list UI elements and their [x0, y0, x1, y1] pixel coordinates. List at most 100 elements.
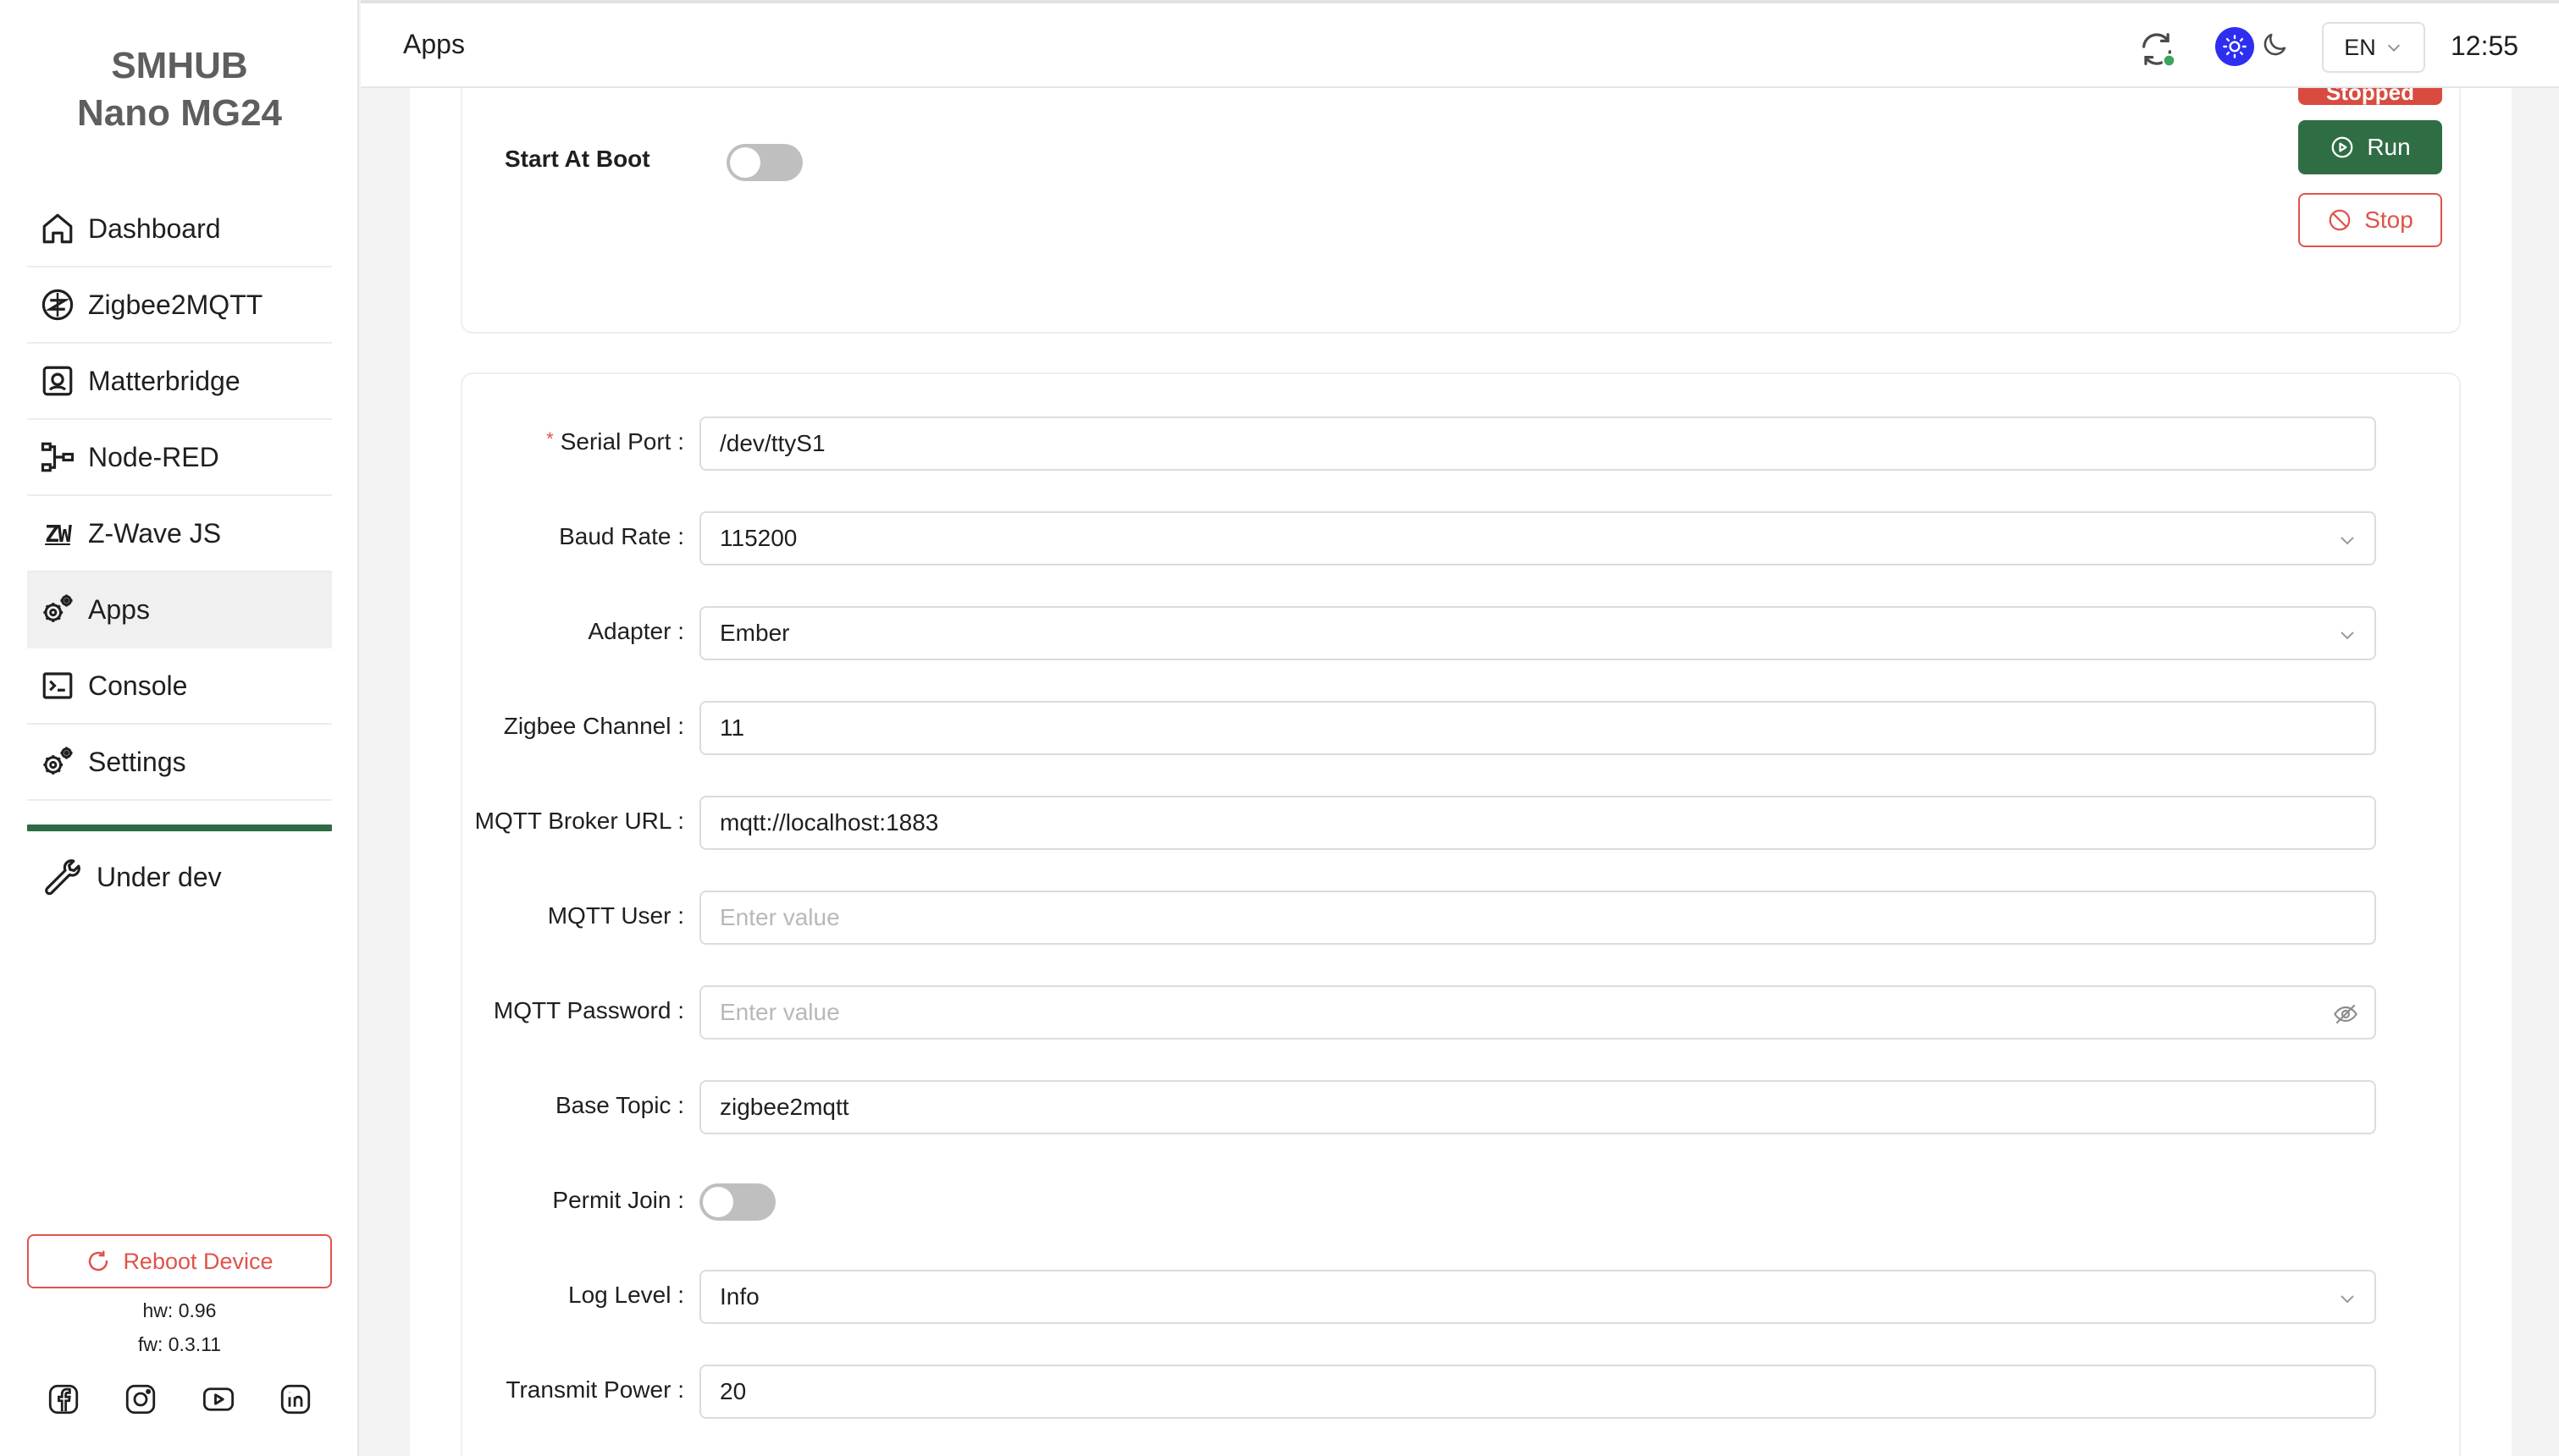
log-level-row: Log Level : Info [462, 1270, 2462, 1324]
adapter-value: Ember [720, 620, 790, 646]
transmit-power-input[interactable]: 20 [699, 1365, 2376, 1419]
base-topic-input[interactable]: zigbee2mqtt [699, 1080, 2376, 1134]
sidebar-item-label: Matterbridge [88, 365, 240, 396]
app-control-card: Stopped Start At Boot Run Stop [461, 88, 2461, 334]
reboot-device-button[interactable]: Reboot Device [27, 1234, 332, 1288]
hardware-version: hw: 0.96 [142, 1299, 217, 1321]
chevron-down-icon [2341, 1295, 2354, 1304]
sidebar-item-dashboard[interactable]: Dashboard [27, 191, 332, 267]
permit-join-label: Permit Join : [552, 1187, 684, 1213]
serial-port-label: * Serial Port : [546, 428, 684, 455]
base-topic-row: Base Topic : zigbee2mqtt [462, 1080, 2462, 1134]
brand-name: SMHUB [111, 45, 248, 86]
sidebar-item-settings[interactable]: Settings [27, 725, 332, 801]
sidebar-item-label: Dashboard [88, 212, 221, 244]
page-title: Apps [403, 29, 465, 59]
sync-status-icon[interactable] [2137, 29, 2180, 71]
transmit-power-row: Transmit Power : 20 [462, 1365, 2462, 1419]
moon-icon[interactable] [2254, 30, 2290, 64]
run-label: Run [2367, 134, 2411, 160]
gears-icon [39, 743, 76, 780]
adapter-row: Adapter : Ember [462, 606, 2462, 660]
baud-rate-value: 115200 [720, 525, 798, 551]
baud-rate-row: Baud Rate : 115200 [462, 511, 2462, 565]
mqtt-password-label: MQTT Password : [493, 997, 684, 1023]
sidebar: SMHUB Nano MG24 Dashboard Zigbee2MQTT Ma… [0, 0, 359, 1456]
mqtt-password-input[interactable]: Enter value [699, 985, 2376, 1040]
wrench-icon [39, 856, 81, 898]
chevron-down-icon [2341, 631, 2354, 640]
mqtt-user-input[interactable]: Enter value [699, 891, 2376, 945]
youtube-icon[interactable] [199, 1380, 238, 1419]
linkedin-icon[interactable] [276, 1380, 315, 1419]
stop-circle-icon [2329, 209, 2351, 231]
log-level-value: Info [720, 1283, 760, 1310]
mqtt-password-placeholder: Enter value [720, 999, 840, 1025]
sidebar-item-label: Apps [88, 593, 150, 625]
serial-port-input[interactable]: /dev/ttyS1 [699, 416, 2376, 471]
sidebar-item-apps[interactable]: Apps [27, 572, 332, 648]
theme-toggle[interactable] [2215, 25, 2300, 68]
log-level-label: Log Level : [568, 1282, 684, 1308]
matter-icon [39, 362, 76, 400]
zigbee-icon [39, 286, 76, 323]
adapter-label: Adapter : [588, 618, 684, 644]
transmit-power-label: Transmit Power : [506, 1376, 684, 1403]
mqtt-user-row: MQTT User : Enter value [462, 891, 2462, 945]
sidebar-item-zigbee2mqtt[interactable]: Zigbee2MQTT [27, 267, 332, 344]
reboot-device-label: Reboot Device [123, 1248, 274, 1274]
gears-icon [39, 591, 76, 628]
instagram-icon[interactable] [121, 1380, 160, 1419]
mqtt-broker-url-row: MQTT Broker URL : mqtt://localhost:1883 [462, 796, 2462, 850]
chevron-down-icon [2387, 44, 2400, 52]
stop-button[interactable]: Stop [2298, 193, 2442, 247]
mqtt-broker-url-label: MQTT Broker URL : [474, 808, 684, 834]
mqtt-broker-url-input[interactable]: mqtt://localhost:1883 [699, 796, 2376, 850]
start-at-boot-label: Start At Boot [505, 146, 650, 172]
main-content: Stopped Start At Boot Run Stop * Serial P… [410, 88, 2512, 1456]
run-button[interactable]: Run [2298, 120, 2442, 174]
language-select[interactable]: EN [2322, 22, 2425, 73]
brand: SMHUB Nano MG24 [0, 42, 359, 137]
serial-port-row: * Serial Port : /dev/ttyS1 [462, 416, 2462, 471]
permit-join-toggle[interactable] [699, 1183, 776, 1221]
node-red-icon [39, 438, 76, 476]
start-at-boot-toggle[interactable] [727, 144, 803, 181]
home-icon [39, 210, 76, 247]
refresh-icon [89, 1250, 108, 1271]
zwave-icon: ZW [39, 515, 76, 552]
mqtt-password-row: MQTT Password : Enter value [462, 985, 2462, 1040]
status-badge: Stopped [2298, 88, 2442, 105]
stop-label: Stop [2364, 207, 2413, 233]
zigbee-channel-input[interactable]: 11 [699, 701, 2376, 755]
permit-join-row: Permit Join : [462, 1175, 2462, 1229]
sidebar-divider [27, 825, 332, 831]
sidebar-item-label: Z-Wave JS [88, 517, 222, 549]
sidebar-item-label: Zigbee2MQTT [88, 289, 263, 320]
chevron-down-icon [2341, 537, 2354, 545]
social-links [44, 1378, 315, 1420]
terminal-icon [39, 667, 76, 704]
sidebar-item-label: Node-RED [88, 441, 219, 472]
baud-rate-select[interactable]: 115200 [699, 511, 2376, 565]
sidebar-item-z-wave-js[interactable]: ZW Z-Wave JS [27, 496, 332, 572]
sidebar-item-matterbridge[interactable]: Matterbridge [27, 344, 332, 420]
under-dev-label: Under dev [97, 861, 222, 892]
top-bar: Apps EN 12:55 [361, 0, 2559, 88]
mqtt-user-label: MQTT User : [547, 902, 684, 929]
sun-icon[interactable] [2215, 27, 2254, 66]
language-value: EN [2344, 34, 2376, 60]
zigbee-channel-label: Zigbee Channel : [503, 713, 684, 739]
app-config-form: * Serial Port : /dev/ttyS1 Baud Rate : 11… [461, 372, 2461, 1456]
eye-off-icon[interactable] [2332, 1001, 2359, 1028]
brand-model: Nano MG24 [76, 92, 283, 134]
sidebar-item-node-red[interactable]: Node-RED [27, 420, 332, 496]
sidebar-item-label: Settings [88, 746, 186, 777]
sidebar-item-under-dev[interactable]: Under dev [39, 852, 222, 902]
zigbee-channel-row: Zigbee Channel : 11 [462, 701, 2462, 755]
adapter-select[interactable]: Ember [699, 606, 2376, 660]
clock: 12:55 [2451, 30, 2519, 61]
facebook-icon[interactable] [44, 1380, 83, 1419]
log-level-select[interactable]: Info [699, 1270, 2376, 1324]
sidebar-item-console[interactable]: Console [27, 648, 332, 725]
